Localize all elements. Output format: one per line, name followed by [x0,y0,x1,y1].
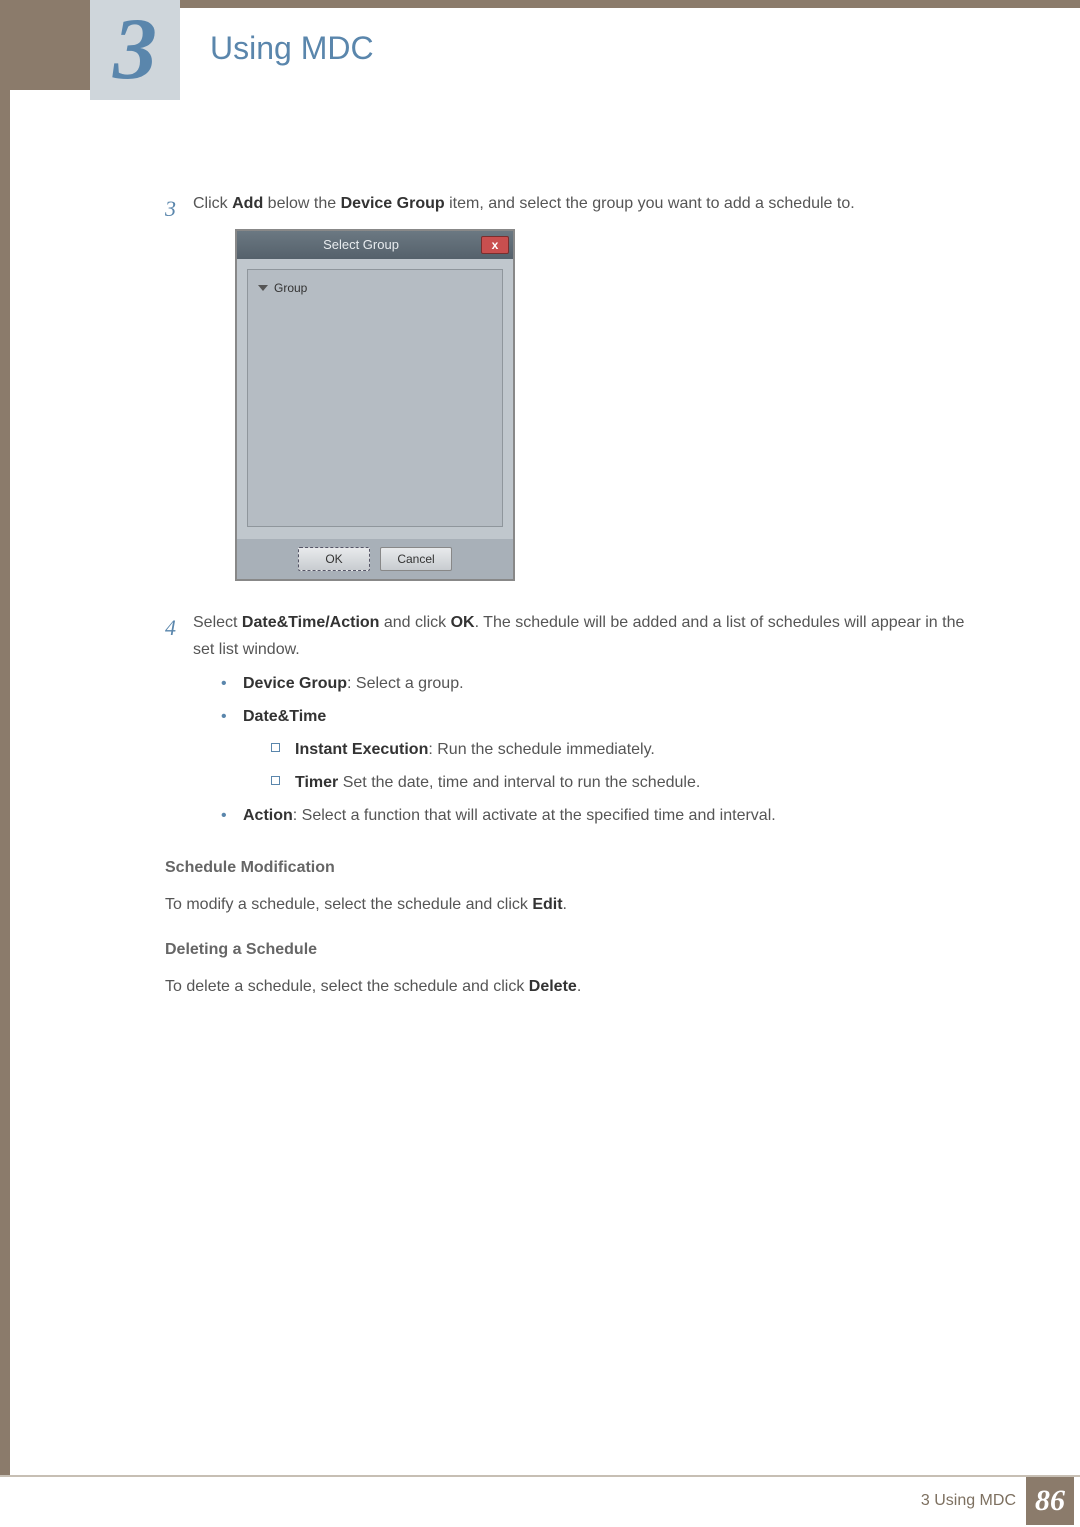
close-button[interactable]: x [481,236,509,254]
step3-text-post: item, and select the group you want to a… [445,195,855,212]
tree-root-item[interactable]: Group [258,278,492,298]
chapter-number: 3 [113,6,157,94]
step-number: 3 [165,190,193,599]
ds-post: . [577,978,581,995]
step4-ok: OK [451,614,475,631]
chapter-title: Using MDC [210,30,374,67]
step3-text-pre: Click [193,195,232,212]
timer-text: Set the date, time and interval to run t… [338,774,700,791]
footer-rule [0,1475,1080,1477]
sub-list: Instant Execution: Run the schedule imme… [243,736,975,796]
cancel-button[interactable]: Cancel [380,547,452,571]
list-item: Instant Execution: Run the schedule imme… [271,736,975,763]
action-text: : Select a function that will activate a… [293,807,776,824]
dialog-titlebar: Select Group x [237,231,513,259]
left-stripe [0,0,10,1527]
footer-chapter-num: 3 [921,1492,934,1509]
ok-button[interactable]: OK [298,547,370,571]
group-tree[interactable]: Group [247,269,503,527]
deleting-schedule-text: To delete a schedule, select the schedul… [165,973,975,1000]
list-item: Device Group: Select a group. [221,670,975,697]
action-label: Action [243,807,293,824]
dialog-footer: OK Cancel [237,539,513,579]
instant-exec-label: Instant Execution [295,741,428,758]
step3-text-mid: below the [263,195,340,212]
footer-label: 3 Using MDC [921,1492,1026,1510]
ds-pre: To delete a schedule, select the schedul… [165,978,529,995]
step-4: 4 Select Date&Time/Action and click OK. … [165,609,975,835]
step-body: Select Date&Time/Action and click OK. Th… [193,609,975,835]
step-3: 3 Click Add below the Device Group item,… [165,190,975,599]
step4-text-mid: and click [379,614,450,631]
expand-icon[interactable] [258,285,268,291]
page-number: 86 [1026,1477,1074,1525]
schedule-modification-text: To modify a schedule, select the schedul… [165,891,975,918]
list-item: Date&Time Instant Execution: Run the sch… [221,703,975,797]
content-area: 3 Click Add below the Device Group item,… [165,190,975,1000]
sm-edit: Edit [532,896,562,913]
select-group-dialog: Select Group x Group OK Cancel [235,229,515,581]
step-body: Click Add below the Device Group item, a… [193,190,975,599]
sm-pre: To modify a schedule, select the schedul… [165,896,532,913]
tree-root-label: Group [274,278,307,298]
step3-add: Add [232,195,263,212]
dialog-body: Group [237,259,513,539]
options-list: Device Group: Select a group. Date&Time … [193,670,975,830]
chapter-badge: 3 [90,0,180,100]
instant-exec-text: : Run the schedule immediately. [428,741,654,758]
timer-label: Timer [295,774,338,791]
ds-delete: Delete [529,978,577,995]
list-item: Timer Set the date, time and interval to… [271,769,975,796]
schedule-modification-head: Schedule Modification [165,854,975,881]
footer-chapter-title: Using MDC [934,1492,1016,1509]
page-footer: 3 Using MDC 86 [0,1475,1080,1527]
step4-text-pre: Select [193,614,242,631]
datetime-label: Date&Time [243,708,326,725]
deleting-schedule-head: Deleting a Schedule [165,936,975,963]
device-group-text: : Select a group. [347,675,464,692]
sm-post: . [563,896,567,913]
list-item: Action: Select a function that will acti… [221,802,975,829]
step4-dta: Date&Time/Action [242,614,380,631]
dialog-title: Select Group [241,234,481,256]
device-group-label: Device Group [243,675,347,692]
step3-device-group: Device Group [341,195,445,212]
step-number: 4 [165,609,193,835]
